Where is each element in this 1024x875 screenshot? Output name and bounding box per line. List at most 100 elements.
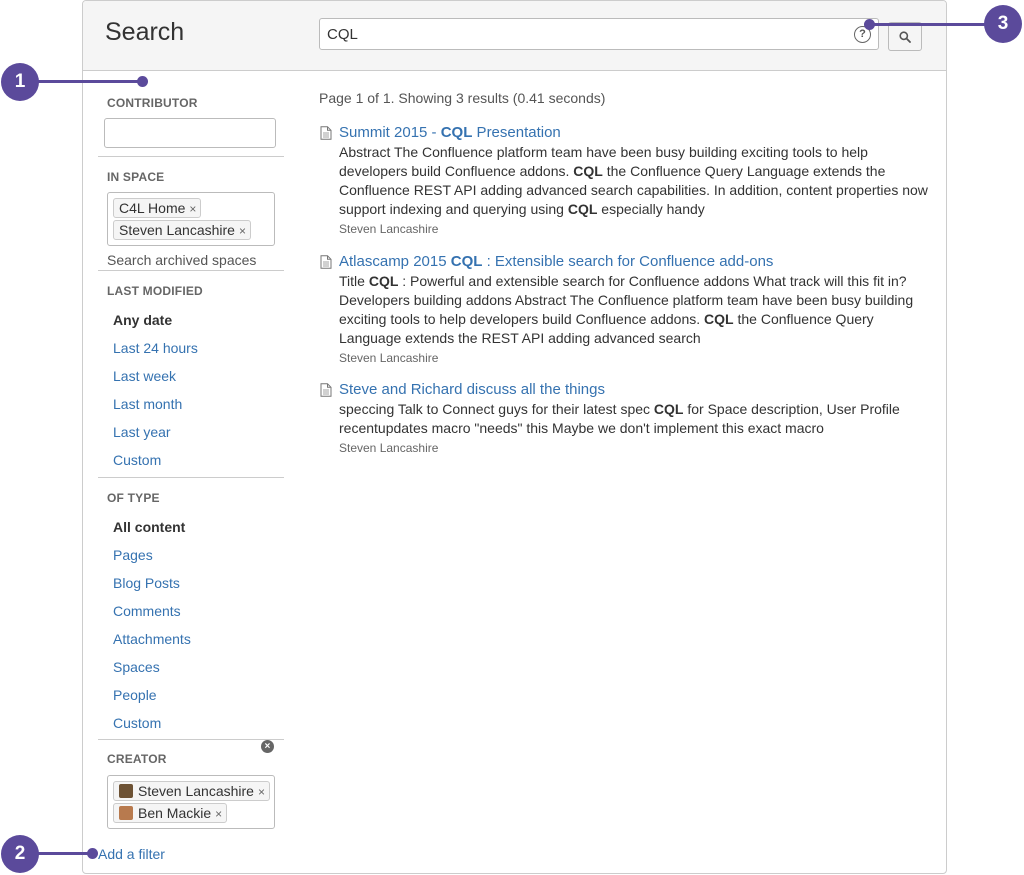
results-summary: Page 1 of 1. Showing 3 results (0.41 sec… xyxy=(319,90,606,106)
excerpt-highlight: CQL xyxy=(704,311,734,327)
add-filter-link[interactable]: Add a filter xyxy=(98,846,165,862)
last-modified-options: Any date Last 24 hours Last week Last month… xyxy=(98,313,284,467)
remove-chip-icon[interactable]: × xyxy=(189,202,196,216)
avatar xyxy=(119,806,133,820)
search-panel: Search ? CONTRIBUTOR IN SPACE C4L Home× … xyxy=(82,0,947,874)
last-modified-option-link[interactable]: Last week xyxy=(113,368,176,384)
page-icon xyxy=(320,383,332,402)
type-option-label: All content xyxy=(113,519,186,535)
last-modified-option-link[interactable]: Custom xyxy=(113,452,161,468)
last-modified-option[interactable]: Last month xyxy=(113,397,284,411)
search-button[interactable] xyxy=(888,22,922,51)
callout-dot xyxy=(864,19,875,30)
last-modified-filter: LAST MODIFIED Any date Last 24 hours Last … xyxy=(98,271,284,478)
last-modified-option[interactable]: Last year xyxy=(113,425,284,439)
remove-chip-icon[interactable]: × xyxy=(215,807,222,821)
type-option[interactable]: Attachments xyxy=(113,632,284,646)
result-item: Summit 2015 - CQL Presentation Abstract T… xyxy=(319,124,929,236)
excerpt-text: especially handy xyxy=(597,201,705,217)
callout-2: 2 xyxy=(1,835,39,873)
page-icon xyxy=(320,126,332,145)
type-option-link[interactable]: Attachments xyxy=(113,631,191,647)
result-title-text: Steve and Richard discuss all the things xyxy=(339,381,605,398)
last-modified-option-link[interactable]: Last month xyxy=(113,396,182,412)
callout-line xyxy=(38,80,143,83)
creator-filter: CREATOR × Steven Lancashire × Ben Mackie × xyxy=(98,740,284,829)
result-title: Summit 2015 - CQL Presentation xyxy=(319,124,929,142)
type-option-link[interactable]: Spaces xyxy=(113,659,160,675)
result-title-link[interactable]: Steve and Richard discuss all the things xyxy=(339,381,605,398)
filter-sidebar: CONTRIBUTOR IN SPACE C4L Home × Steven La… xyxy=(98,71,284,829)
clear-filter-icon[interactable]: × xyxy=(261,740,274,753)
contributor-input[interactable] xyxy=(104,118,276,148)
type-option[interactable]: Pages xyxy=(113,548,284,562)
last-modified-option[interactable]: Custom xyxy=(113,453,284,467)
callout-1: 1 xyxy=(1,63,39,101)
type-option[interactable]: Custom xyxy=(113,716,284,730)
result-title-link[interactable]: Atlascamp 2015 CQL : Extensible search f… xyxy=(339,253,773,270)
search-input[interactable] xyxy=(320,19,878,49)
last-modified-option[interactable]: Last 24 hours xyxy=(113,341,284,355)
callout-dot xyxy=(87,848,98,859)
result-title-link[interactable]: Summit 2015 - CQL Presentation xyxy=(339,124,561,141)
callout-3: 3 xyxy=(984,5,1022,43)
result-title: Steve and Richard discuss all the things xyxy=(319,381,929,399)
result-title-highlight: CQL xyxy=(440,124,473,141)
type-option[interactable]: Spaces xyxy=(113,660,284,674)
result-author: Steven Lancashire xyxy=(339,351,439,365)
callout-line xyxy=(868,23,988,26)
result-item: Steve and Richard discuss all the things… xyxy=(319,381,929,455)
last-modified-title: LAST MODIFIED xyxy=(107,284,203,298)
search-icon xyxy=(899,31,911,43)
remove-chip-icon[interactable]: × xyxy=(258,785,265,799)
creator-chip: Steven Lancashire × xyxy=(113,781,270,801)
contributor-filter: CONTRIBUTOR xyxy=(98,71,284,157)
callout-line xyxy=(38,852,93,855)
type-option-link[interactable]: Pages xyxy=(113,547,153,563)
space-chip-box[interactable]: C4L Home × Steven Lancashire × xyxy=(107,192,275,246)
last-modified-option[interactable]: Last week xyxy=(113,369,284,383)
result-title-text: Presentation xyxy=(472,124,561,141)
type-option[interactable]: Comments xyxy=(113,604,284,618)
excerpt-text: speccing Talk to Connect guys for their … xyxy=(339,401,654,417)
type-option-link[interactable]: Custom xyxy=(113,715,161,731)
of-type-options: All content Pages Blog Posts Comments Attach… xyxy=(98,520,284,730)
excerpt-highlight: CQL xyxy=(368,273,399,289)
type-option-link[interactable]: Blog Posts xyxy=(113,575,180,591)
type-option-link[interactable]: People xyxy=(113,687,157,703)
result-excerpt: Abstract The Confluence platform team ha… xyxy=(319,143,929,219)
contributor-title: CONTRIBUTOR xyxy=(107,96,198,110)
of-type-title: OF TYPE xyxy=(107,491,160,505)
last-modified-option-link[interactable]: Last 24 hours xyxy=(113,340,198,356)
creator-chip-box[interactable]: Steven Lancashire × Ben Mackie × xyxy=(107,775,275,829)
space-chip: Steven Lancashire × xyxy=(113,220,251,240)
excerpt-text: Title xyxy=(339,273,369,289)
type-option[interactable]: People xyxy=(113,688,284,702)
type-option[interactable]: All content xyxy=(113,520,284,534)
last-modified-option[interactable]: Any date xyxy=(113,313,284,327)
excerpt-highlight: CQL xyxy=(653,401,684,417)
result-title-text: : Extensible search for Confluence add-o… xyxy=(482,253,774,270)
excerpt-highlight: CQL xyxy=(567,201,598,217)
creator-chip: Ben Mackie × xyxy=(113,803,228,823)
search-field: ? xyxy=(319,18,879,50)
excerpt-highlight: CQL xyxy=(573,163,603,179)
archived-spaces-label: Search archived spaces xyxy=(107,252,257,268)
of-type-filter: OF TYPE All content Pages Blog Posts Commen… xyxy=(98,478,284,740)
remove-chip-icon[interactable]: × xyxy=(239,224,246,238)
space-chip: C4L Home × xyxy=(113,198,202,218)
result-author: Steven Lancashire xyxy=(339,222,439,236)
type-option[interactable]: Blog Posts xyxy=(113,576,284,590)
type-option-link[interactable]: Comments xyxy=(113,603,181,619)
result-excerpt: Title CQL : Powerful and extensible sear… xyxy=(319,272,929,348)
last-modified-option-link[interactable]: Last year xyxy=(113,424,171,440)
archived-spaces-toggle[interactable]: Search archived spaces xyxy=(98,252,284,270)
result-title-text: Summit 2015 - xyxy=(339,124,441,141)
in-space-filter: IN SPACE C4L Home × Steven Lancashire × Se… xyxy=(98,157,284,271)
result-item: Atlascamp 2015 CQL : Extensible search f… xyxy=(319,253,929,365)
creator-title: CREATOR × xyxy=(98,740,284,766)
search-header: Search ? xyxy=(83,1,946,71)
page-icon xyxy=(320,255,332,274)
avatar xyxy=(119,784,133,798)
in-space-title: IN SPACE xyxy=(107,170,165,184)
